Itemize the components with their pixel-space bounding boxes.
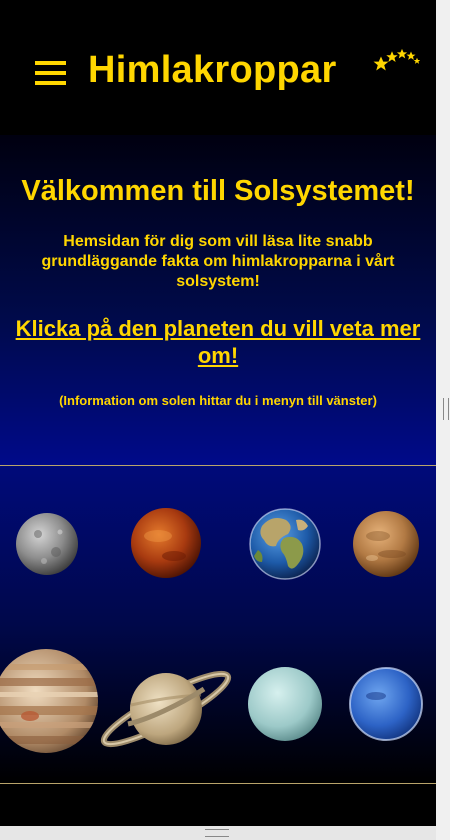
mercury-planet-icon[interactable] [16, 513, 78, 575]
neptune-planet-icon[interactable] [349, 667, 423, 741]
site-header: Himlakroppar [0, 0, 436, 135]
sun-info-note: (Information om solen hittar du i menyn … [59, 393, 377, 408]
planet-gallery-canvas [0, 508, 423, 754]
hamburger-menu-icon[interactable] [35, 61, 66, 85]
welcome-heading: Välkommen till Solsystemet! [21, 175, 415, 207]
mars-planet-icon[interactable] [353, 511, 419, 577]
scrollbar-grip-icon[interactable] [443, 398, 449, 420]
uranus-planet-icon[interactable] [248, 667, 322, 741]
scrollbar-corner [436, 826, 450, 840]
page-viewport: Himlakroppar Välkommen till Solsystemet!… [0, 0, 436, 826]
earth-planet-icon[interactable] [249, 508, 321, 580]
site-footer [0, 784, 436, 826]
welcome-section: Välkommen till Solsystemet! Hemsidan för… [0, 135, 436, 466]
saturn-planet-icon[interactable] [98, 664, 235, 754]
intro-text: Hemsidan för dig som vill läsa lite snab… [41, 233, 395, 290]
jupiter-planet-icon[interactable] [0, 649, 110, 753]
stars-logo-icon [373, 48, 420, 71]
site-title[interactable]: Himlakroppar [88, 49, 337, 92]
planet-cta-link[interactable]: Klicka på den planeten du vill veta mer … [0, 315, 436, 369]
resize-grip-icon[interactable] [205, 829, 229, 837]
venus-planet-icon[interactable] [131, 508, 201, 578]
planet-gallery [0, 466, 436, 783]
